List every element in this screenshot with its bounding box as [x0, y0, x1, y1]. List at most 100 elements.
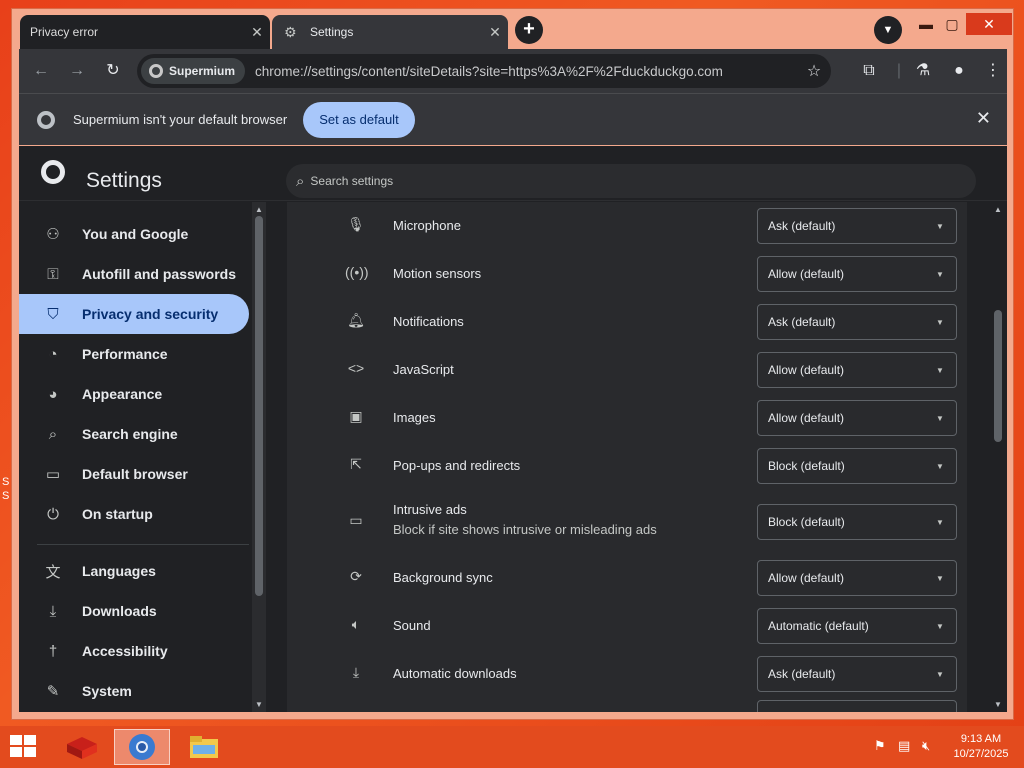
sidebar-item-you-and-google[interactable]: ⚇ You and Google	[19, 214, 249, 254]
code-icon: <>	[347, 360, 365, 376]
forward-icon[interactable]: →	[65, 59, 89, 83]
tab-privacy-error[interactable]: Privacy error ✕	[20, 15, 270, 49]
image-icon: ▣	[349, 408, 363, 424]
taskbar-app-file-explorer-icon[interactable]	[176, 729, 232, 765]
sidebar-item-default-browser[interactable]: ▭ Default browser	[19, 454, 249, 494]
permission-select[interactable]: Ask (default) ▼	[757, 656, 957, 692]
permission-select[interactable]: Ask (default) ▼	[757, 208, 957, 244]
sidebar-item-downloads[interactable]: ⤓ Downloads	[19, 591, 249, 631]
browser-window-icon: ▭	[45, 466, 61, 483]
permission-select[interactable]: Allow (default) ▼	[757, 256, 957, 292]
permission-select[interactable]: Block (default) ▼	[757, 504, 957, 540]
chevron-down-icon: ▼	[936, 517, 944, 527]
url-text[interactable]: chrome://settings/content/siteDetails?si…	[255, 64, 797, 79]
select-value: Ask (default)	[768, 219, 836, 233]
infobar-message: Supermium isn't your default browser	[73, 112, 288, 127]
chevron-down-icon: ▼	[936, 365, 944, 375]
bell-icon: 🔔︎	[347, 312, 365, 328]
scroll-up-arrow-icon[interactable]: ▲	[252, 205, 266, 214]
supermium-logo-icon	[149, 64, 163, 78]
toolbar-divider: |	[896, 62, 902, 79]
network-icon[interactable]: ▤	[898, 738, 910, 754]
permission-label: Automatic downloads	[393, 666, 517, 681]
sidebar-item-on-startup[interactable]: ⏻ On startup	[19, 494, 249, 534]
permission-select[interactable]: Automatic (default) ▼	[757, 608, 957, 644]
sidebar-item-autofill[interactable]: ⚿ Autofill and passwords	[19, 254, 249, 294]
tab-close-icon[interactable]: ✕	[244, 24, 270, 41]
sidebar-scrollbar[interactable]: ▲ ▼	[252, 202, 266, 712]
permission-select[interactable]	[757, 700, 957, 712]
scroll-up-arrow-icon[interactable]: ▲	[991, 205, 1005, 214]
profile-icon[interactable]: ●	[947, 59, 971, 83]
content-scrollbar[interactable]: ▲ ▼	[991, 202, 1005, 712]
windows-start-icon[interactable]	[10, 735, 38, 759]
settings-header: Settings ⌕	[19, 146, 1007, 201]
sidebar-item-appearance[interactable]: ◕ Appearance	[19, 374, 249, 414]
tab-title: Settings	[310, 25, 354, 39]
select-value: Allow (default)	[768, 363, 845, 377]
microphone-icon: 🎙	[347, 216, 365, 232]
back-icon[interactable]: ←	[29, 59, 53, 83]
new-tab-button[interactable]: +	[515, 16, 543, 44]
sidebar-item-system[interactable]: ✎ System	[19, 671, 249, 711]
extensions-icon[interactable]: ⧉	[857, 59, 881, 83]
sidebar-item-label: Privacy and security	[82, 306, 219, 322]
site-info-chip[interactable]: Supermium	[141, 58, 246, 84]
minimize-button[interactable]: ▬	[914, 13, 938, 35]
desktop-label-fragment: S	[2, 476, 10, 488]
taskbar-app-red-box-icon[interactable]	[54, 729, 110, 765]
scroll-down-arrow-icon[interactable]: ▼	[252, 700, 266, 709]
chevron-down-icon: ▼	[936, 413, 944, 423]
address-bar[interactable]: Supermium chrome://settings/content/site…	[137, 54, 831, 88]
permission-select[interactable]: Allow (default) ▼	[757, 560, 957, 596]
settings-page: Settings ⌕ ⚇ You and Google ⚿ Autofill a…	[19, 146, 1007, 712]
search-input[interactable]	[310, 174, 911, 188]
sidebar-item-label: Performance	[82, 346, 168, 362]
permission-row-intrusive-ads: ▭ Intrusive ads Block if site shows intr…	[287, 490, 967, 554]
permission-row-motion-sensors: ((•)) Motion sensors Allow (default) ▼	[287, 250, 967, 298]
search-settings-box[interactable]: ⌕	[286, 164, 976, 198]
set-as-default-button[interactable]: Set as default	[303, 101, 415, 138]
permission-select[interactable]: Block (default) ▼	[757, 448, 957, 484]
scrollbar-thumb[interactable]	[255, 216, 263, 596]
reload-icon[interactable]: ↻	[101, 59, 125, 83]
tab-close-icon[interactable]: ✕	[482, 24, 508, 41]
sidebar-item-privacy-and-security[interactable]: ⛉ Privacy and security	[19, 294, 249, 334]
permission-row-sound: 🔈︎ Sound Automatic (default) ▼	[287, 602, 967, 650]
menu-kebab-icon[interactable]: ⋮	[981, 59, 1005, 83]
system-clock[interactable]: 9:13 AM 10/27/2025	[944, 732, 1018, 762]
taskbar-app-browser-icon[interactable]	[114, 729, 170, 765]
wrench-icon: ✎	[46, 683, 60, 700]
gear-icon: ⚙	[284, 23, 297, 40]
settings-sidebar: ⚇ You and Google ⚿ Autofill and password…	[19, 202, 267, 712]
permission-select[interactable]: Allow (default) ▼	[757, 352, 957, 388]
permission-row-background-sync: ⟳ Background sync Allow (default) ▼	[287, 554, 967, 602]
sidebar-item-languages[interactable]: 文 Languages	[19, 551, 249, 591]
labs-flask-icon[interactable]: ⚗	[911, 59, 935, 83]
maximize-button[interactable]: ▢	[940, 13, 964, 35]
supermium-logo-icon	[41, 160, 65, 184]
open-external-icon: ⇱	[350, 456, 362, 472]
volume-muted-icon[interactable]: 🔇︎	[922, 738, 930, 754]
scrollbar-thumb[interactable]	[994, 310, 1002, 442]
sidebar-item-accessibility[interactable]: † Accessibility	[19, 631, 249, 671]
permission-select[interactable]: Allow (default) ▼	[757, 400, 957, 436]
sidebar-item-label: Languages	[82, 563, 156, 579]
sidebar-item-search-engine[interactable]: ⌕ Search engine	[19, 414, 249, 454]
select-value: Ask (default)	[768, 315, 836, 329]
action-center-flag-icon[interactable]: ⚑	[874, 738, 886, 754]
chevron-down-icon: ▼	[936, 573, 944, 583]
permission-label: Pop-ups and redirects	[393, 458, 521, 473]
scroll-down-arrow-icon[interactable]: ▼	[991, 700, 1005, 709]
bookmark-star-icon[interactable]: ☆	[797, 61, 831, 81]
sidebar-item-performance[interactable]: ◔ Performance	[19, 334, 249, 374]
select-value: Allow (default)	[768, 571, 845, 585]
permission-select[interactable]: Ask (default) ▼	[757, 304, 957, 340]
tab-settings[interactable]: ⚙ Settings ✕	[272, 15, 508, 49]
sidebar-item-label: Accessibility	[82, 643, 168, 659]
infobar-close-icon[interactable]: ✕	[976, 108, 991, 129]
permission-row-popups: ⇱ Pop-ups and redirects Block (default) …	[287, 442, 967, 490]
chevron-down-icon: ▼	[936, 221, 944, 231]
tab-search-button[interactable]: ▼	[874, 16, 902, 44]
close-window-button[interactable]: ✕	[966, 13, 1012, 35]
